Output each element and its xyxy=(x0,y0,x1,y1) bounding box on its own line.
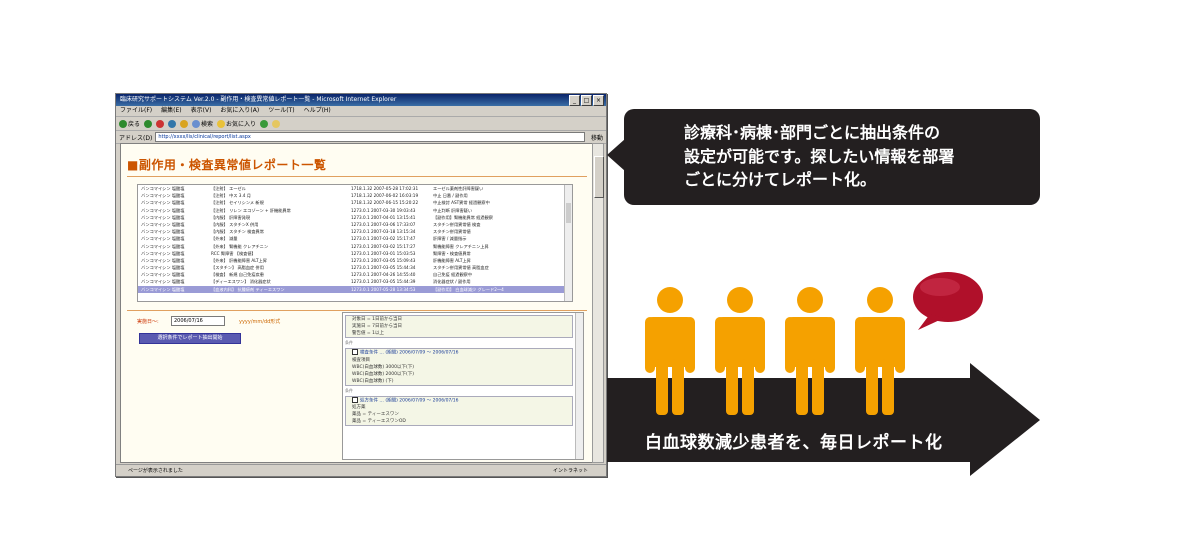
person-icon xyxy=(715,287,765,415)
arrow-graphic xyxy=(607,272,1040,476)
person-icon xyxy=(785,287,835,415)
arrow-label: 白血球数減少患者を、毎日レポート化 xyxy=(645,433,943,453)
person-icon xyxy=(855,287,905,415)
person-icon xyxy=(645,287,695,415)
speech-bubble-icon xyxy=(913,272,983,330)
